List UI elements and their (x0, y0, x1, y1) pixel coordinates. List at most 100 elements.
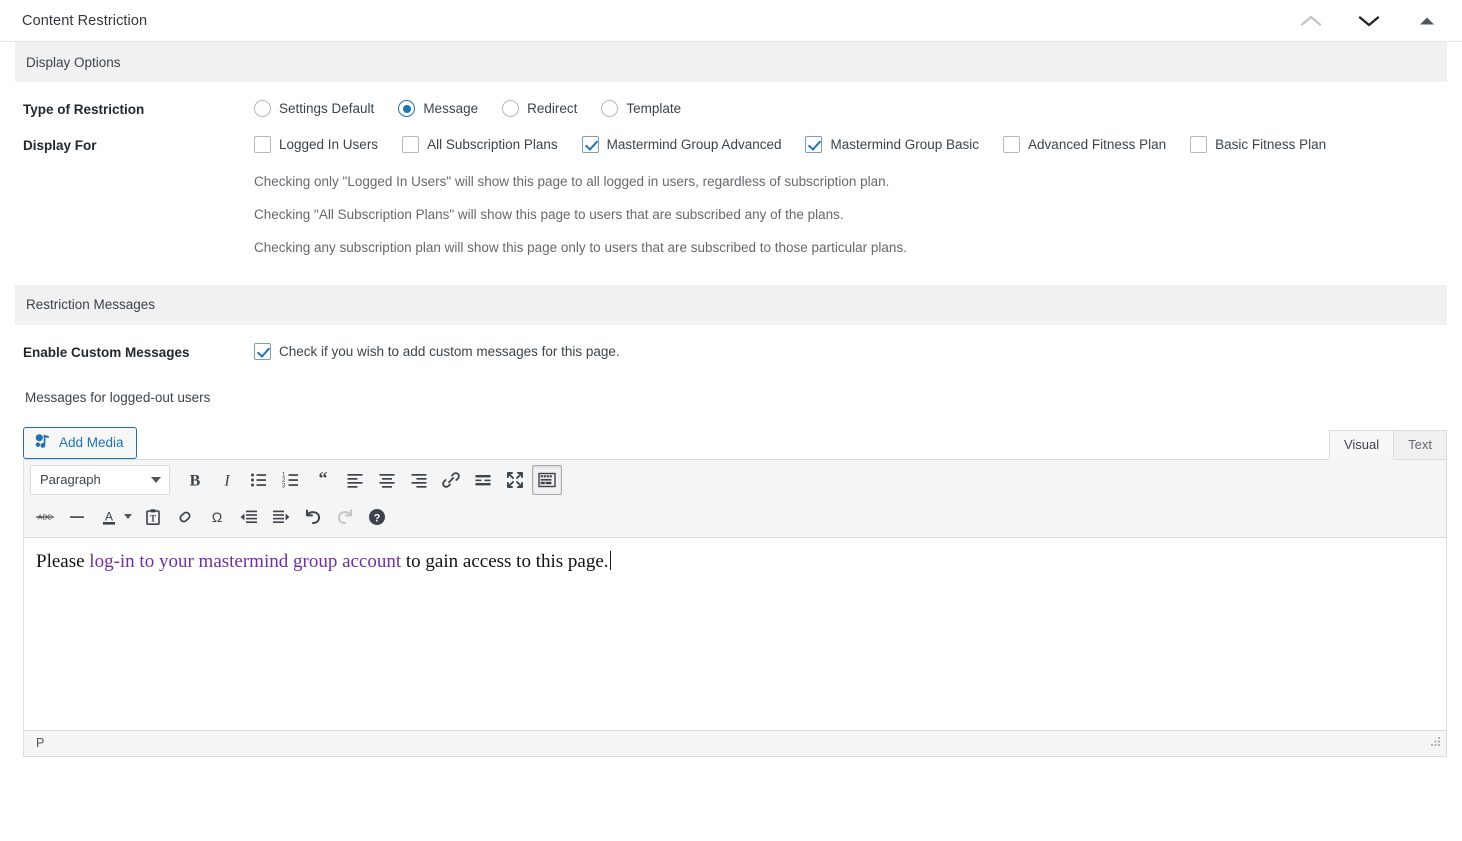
checkbox-option-4[interactable]: Advanced Fitness Plan (1003, 136, 1166, 153)
section-title: Display Options (26, 54, 121, 70)
svg-text:?: ? (374, 512, 381, 524)
radio-icon[interactable] (601, 100, 619, 117)
checkbox-label: Advanced Fitness Plan (1028, 137, 1167, 152)
format-select[interactable]: Paragraph (30, 464, 170, 495)
checkbox-option-0[interactable]: Logged In Users (254, 136, 378, 153)
toolbar-toggle-icon[interactable] (532, 464, 562, 495)
toggle-panel-icon[interactable] (1412, 6, 1442, 36)
outdent-icon[interactable] (234, 502, 264, 532)
editor-tab-text[interactable]: Text (1393, 429, 1447, 460)
editor-inline-link[interactable]: log-in to your mastermind group account (89, 551, 401, 572)
read-more-icon[interactable] (468, 465, 498, 495)
editor-text-before: Please (36, 550, 90, 572)
checkbox-option-2[interactable]: Mastermind Group Advanced (581, 136, 782, 153)
add-media-label: Add Media (59, 434, 124, 450)
help-icon[interactable]: ? (362, 502, 392, 532)
bold-icon[interactable]: B (180, 465, 210, 495)
link-icon[interactable] (436, 465, 466, 495)
editor-text-after: to gain access to this page. (401, 550, 609, 572)
radio-icon[interactable] (254, 100, 271, 117)
checkbox-label: Logged In Users (279, 137, 379, 152)
italic-icon[interactable]: I (212, 465, 242, 495)
editor-paragraph: Please log-in to your mastermind group a… (36, 548, 1434, 576)
align-center-icon[interactable] (372, 465, 402, 495)
content-restriction-metabox: Content Restriction Display Options Type… (0, 0, 1462, 841)
radio-icon[interactable] (398, 100, 416, 117)
blockquote-icon[interactable]: “ (308, 465, 338, 495)
editor-top-row: Add Media Visual Text (23, 419, 1447, 460)
svg-text:A: A (105, 509, 113, 523)
svg-text:3: 3 (282, 483, 286, 489)
checkbox-icon[interactable] (1003, 136, 1021, 153)
add-media-button[interactable]: Add Media (23, 426, 137, 459)
svg-text:Ω: Ω (212, 509, 222, 525)
svg-text:“: “ (319, 470, 328, 488)
checkbox-icon[interactable] (402, 136, 420, 153)
strikethrough-icon[interactable]: ABC (30, 502, 60, 532)
clear-formatting-icon[interactable] (170, 502, 200, 532)
help-text-1: Checking "All Subscription Plans" will s… (254, 206, 844, 222)
editor-tab-visual[interactable]: Visual (1328, 429, 1395, 460)
metabox-handle-actions (1296, 6, 1448, 36)
text-color-icon[interactable]: A (94, 502, 124, 532)
media-icon (34, 433, 51, 453)
resize-handle-icon[interactable] (1425, 733, 1443, 754)
checkbox-label: Check if you wish to add custom messages… (279, 343, 620, 359)
radio-group-type-of-restriction: Settings Default Message Redirect Template (254, 100, 1462, 117)
move-up-icon[interactable] (1296, 6, 1326, 36)
redo-icon[interactable] (330, 502, 360, 532)
radio-label: Template (626, 101, 682, 116)
toolbar-row-2: ABC A T Ω ? (24, 500, 1446, 537)
move-down-icon[interactable] (1354, 6, 1384, 36)
checkbox-icon[interactable] (254, 342, 271, 360)
editor-heading-wrap: Messages for logged-out users (0, 360, 1462, 405)
checkbox-icon[interactable] (1190, 136, 1208, 153)
checkbox-label: Basic Fitness Plan (1215, 137, 1327, 152)
fullscreen-icon[interactable] (500, 465, 530, 495)
indent-icon[interactable] (266, 502, 296, 532)
section-display-options: Display Options (15, 42, 1447, 82)
radio-option-3[interactable]: Template (601, 100, 681, 117)
checkbox-label: Mastermind Group Basic (830, 137, 980, 152)
checkbox-option-5[interactable]: Basic Fitness Plan (1190, 136, 1326, 153)
page-title: Content Restriction (22, 12, 148, 29)
radio-option-2[interactable]: Redirect (502, 100, 577, 117)
align-right-icon[interactable] (404, 465, 434, 495)
editor-status-bar: P (24, 729, 1446, 756)
checkbox-icon[interactable] (805, 136, 823, 153)
editor-mode-tabs: Visual Text (1328, 429, 1447, 460)
text-color-dropdown-icon[interactable] (124, 514, 132, 520)
checkbox-label: All Subscription Plans (427, 137, 558, 152)
checkbox-option-3[interactable]: Mastermind Group Basic (805, 136, 979, 153)
svg-text:ABC: ABC (38, 514, 52, 521)
editor-content-area[interactable]: Please log-in to your mastermind group a… (24, 538, 1446, 730)
metabox-header: Content Restriction (0, 0, 1462, 42)
paste-as-text-icon[interactable]: T (138, 502, 168, 532)
checkbox-enable-custom-messages[interactable]: Check if you wish to add custom messages… (254, 342, 1462, 360)
svg-text:T: T (150, 513, 156, 523)
special-character-icon[interactable]: Ω (202, 502, 232, 532)
radio-option-0[interactable]: Settings Default (254, 100, 374, 117)
editor-toolbar: Paragraph B I 1 2 3 “ ABC A T Ω ? (24, 459, 1446, 538)
radio-icon[interactable] (502, 100, 520, 117)
section-title: Restriction Messages (26, 297, 156, 313)
horizontal-rule-icon[interactable] (62, 502, 92, 532)
editor-heading: Messages for logged-out users (25, 389, 211, 405)
bulleted-list-icon[interactable] (244, 465, 274, 495)
checkbox-label: Mastermind Group Advanced (606, 137, 782, 152)
numbered-list-icon[interactable]: 1 2 3 (276, 465, 306, 495)
undo-icon[interactable] (298, 502, 328, 532)
radio-option-1[interactable]: Message (398, 100, 478, 117)
align-left-icon[interactable] (340, 465, 370, 495)
checkbox-icon[interactable] (254, 136, 271, 153)
svg-text:I: I (223, 472, 230, 489)
chevron-down-icon (151, 476, 161, 483)
field-display-for: Display For Logged In Users All Subscript… (0, 117, 1462, 257)
editor-frame: Paragraph B I 1 2 3 “ ABC A T Ω ? Please… (23, 458, 1447, 757)
editor-element-path: P (36, 736, 45, 751)
format-select-value: Paragraph (40, 472, 101, 488)
checkbox-option-1[interactable]: All Subscription Plans (402, 136, 558, 153)
label-type-of-restriction: Type of Restriction (23, 102, 145, 117)
checkbox-icon[interactable] (581, 136, 599, 153)
label-enable-custom-messages: Enable Custom Messages (23, 344, 190, 360)
